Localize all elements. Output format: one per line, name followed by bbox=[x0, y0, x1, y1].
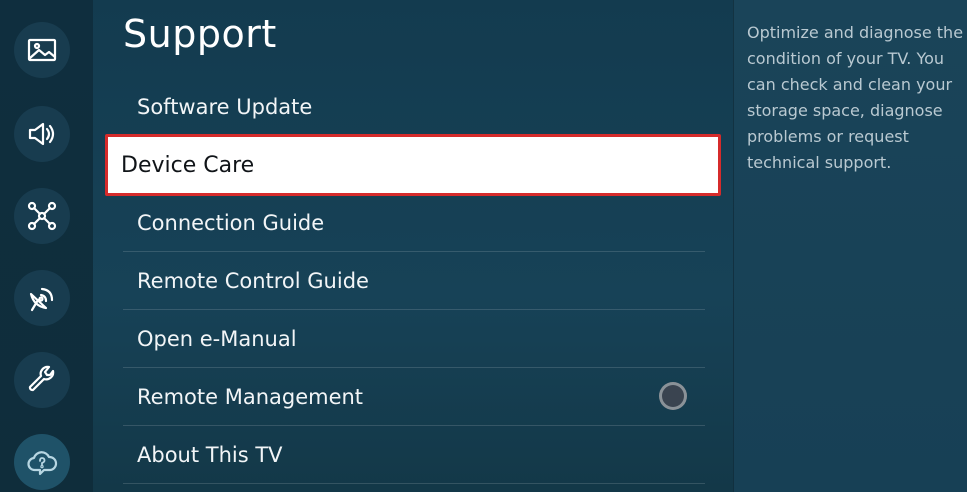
broadcasting-icon bbox=[29, 287, 54, 312]
sound-settings-button[interactable] bbox=[14, 106, 70, 162]
support-settings-button[interactable] bbox=[14, 434, 70, 490]
menu-item-open-e-manual[interactable]: Open e-Manual bbox=[123, 310, 705, 368]
connection-icon bbox=[27, 201, 57, 231]
menu-item-label: Open e-Manual bbox=[137, 326, 297, 351]
wrench-icon bbox=[28, 365, 55, 392]
menu-item-device-care[interactable]: Device Care bbox=[105, 134, 721, 196]
connection-settings-button[interactable] bbox=[14, 188, 70, 244]
description-panel: Optimize and diagnose the condition of y… bbox=[733, 0, 967, 492]
picture-icon bbox=[27, 38, 57, 62]
settings-sidebar bbox=[0, 0, 93, 492]
support-cloud-icon bbox=[27, 451, 58, 476]
page-title: Support bbox=[123, 12, 277, 56]
broadcasting-settings-button[interactable] bbox=[14, 270, 70, 326]
menu-item-label: Software Update bbox=[137, 94, 313, 119]
menu-item-label: Remote Control Guide bbox=[137, 268, 369, 293]
general-settings-button[interactable] bbox=[14, 352, 70, 408]
menu-item-software-update[interactable]: Software Update bbox=[123, 78, 705, 136]
menu-item-label: Connection Guide bbox=[137, 210, 325, 235]
menu-item-connection-guide[interactable]: Connection Guide bbox=[123, 194, 705, 252]
picture-settings-button[interactable] bbox=[14, 22, 70, 78]
support-menu: Support Software Update Device Care Conn… bbox=[93, 0, 733, 492]
description-text: Optimize and diagnose the condition of y… bbox=[747, 23, 964, 172]
menu-item-remote-control-guide[interactable]: Remote Control Guide bbox=[123, 252, 705, 310]
menu-item-label: Remote Management bbox=[137, 384, 364, 409]
menu-item-label: About This TV bbox=[137, 442, 283, 467]
remote-management-toggle[interactable] bbox=[659, 382, 687, 410]
sound-icon bbox=[28, 122, 55, 146]
menu-item-about-this-tv[interactable]: About This TV bbox=[123, 426, 705, 484]
menu-item-label: Device Care bbox=[121, 152, 255, 178]
menu-item-remote-management[interactable]: Remote Management bbox=[123, 368, 705, 426]
